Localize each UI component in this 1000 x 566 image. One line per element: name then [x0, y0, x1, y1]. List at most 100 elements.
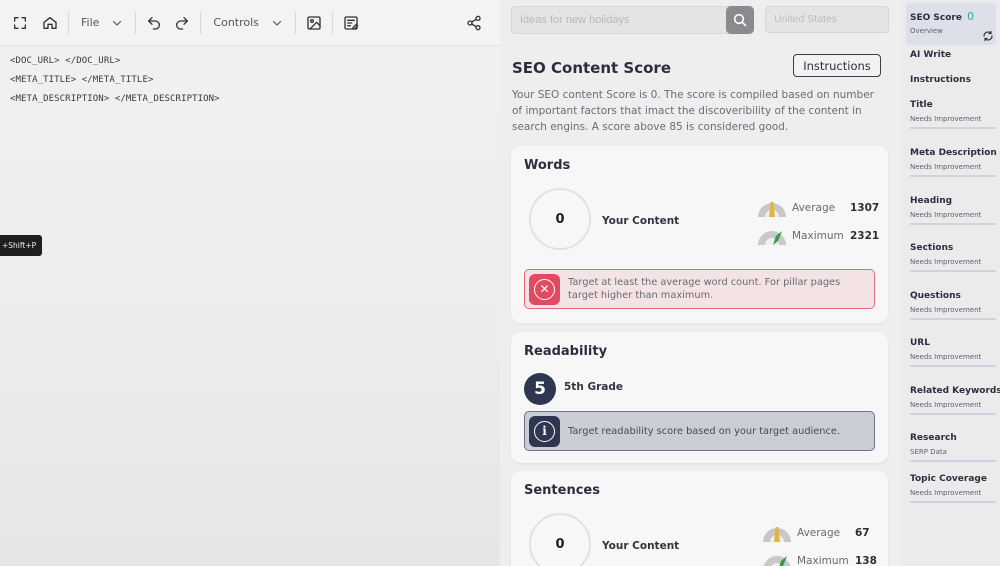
toolbar-divider: [68, 11, 69, 34]
sidebar-item-label: AI Write: [910, 50, 952, 60]
home-button[interactable]: [38, 8, 62, 38]
sidebar-divider: [910, 223, 996, 225]
chevron-down-icon: [113, 20, 122, 26]
sidebar-item-url[interactable]: URL Needs Improvement: [906, 338, 996, 367]
sidebar-divider: [910, 270, 996, 272]
file-menu[interactable]: File: [75, 8, 129, 38]
fullscreen-icon: [14, 16, 26, 29]
sidebar-seo-score-title: SEO Score 0: [910, 10, 992, 23]
sidebar-item-related-keywords[interactable]: Related Keywords Needs Improvement: [906, 386, 1000, 415]
words-maximum-value: 2321: [850, 230, 880, 242]
toolbar-divider: [200, 11, 202, 34]
readability-title: Readability: [524, 344, 608, 359]
insert-image-button[interactable]: [302, 8, 326, 38]
fullscreen-button[interactable]: [8, 8, 32, 38]
document-edit-icon: [344, 15, 359, 30]
words-title: Words: [524, 158, 571, 173]
gauge-maximum-icon: [758, 231, 786, 245]
sentences-score-value: 0: [555, 536, 565, 552]
words-maximum-row: Maximum 2321: [756, 225, 879, 247]
sidebar-item-label: Topic Coverage: [910, 474, 987, 484]
instructions-button[interactable]: Instructions: [793, 54, 881, 77]
sidebar-item-status: Needs Improvement: [910, 211, 982, 219]
gauge-maximum-icon: [763, 556, 791, 566]
seo-content-panel: SEO Content Score Instructions Your SEO …: [511, 50, 889, 566]
words-average-row: Average 1307: [756, 197, 879, 219]
words-alert-text: Target at least the average word count. …: [568, 277, 841, 301]
sidebar-item-seo-score[interactable]: SEO Score 0 Overview: [906, 3, 996, 45]
sidebar-item-ai-write[interactable]: AI Write: [906, 50, 996, 60]
meta-title-tag: <META_TITLE> </META_TITLE>: [10, 75, 154, 85]
sidebar-divider: [910, 365, 996, 367]
sentences-average-value: 67: [855, 527, 870, 539]
grade-label: 5th Grade: [564, 381, 623, 393]
gauge-average-icon: [763, 527, 791, 542]
share-button[interactable]: [462, 8, 486, 38]
undo-button[interactable]: [142, 8, 166, 38]
error-icon: ✕: [529, 273, 560, 305]
meta-description-tag: <META_DESCRIPTION> </META_DESCRIPTION>: [10, 94, 220, 104]
sidebar-divider: [910, 501, 996, 503]
sidebar-item-questions[interactable]: Questions Needs Improvement: [906, 291, 996, 320]
editor-content[interactable]: <DOC_URL> </DOC_URL> <META_TITLE> </META…: [10, 52, 490, 109]
words-maximum-label: Maximum: [792, 230, 844, 242]
sidebar-item-status: Needs Improvement: [910, 489, 982, 497]
keyword-search-input[interactable]: [512, 7, 726, 33]
sidebar-item-title[interactable]: Title Needs Improvement: [906, 100, 996, 129]
controls-menu[interactable]: Controls: [207, 8, 289, 38]
seo-score-sub: Overview: [910, 27, 943, 35]
toolbar-divider: [294, 11, 296, 34]
template-button[interactable]: [339, 8, 363, 38]
seo-score-value: 0: [967, 10, 975, 23]
sidebar-item-status: Needs Improvement: [910, 258, 982, 266]
panel-description: Your SEO content Score is 0. The score i…: [512, 89, 874, 133]
seo-sidebar: SEO Score 0 Overview AI Write Instructio…: [902, 0, 1000, 566]
sidebar-item-label: Heading: [910, 196, 953, 206]
search-icon: [733, 13, 747, 27]
sidebar-item-sections[interactable]: Sections Needs Improvement: [906, 243, 996, 272]
sidebar-item-label: Sections: [910, 243, 954, 253]
share-icon: [467, 15, 481, 30]
words-score-circle: 0: [529, 188, 591, 250]
seo-score-label: SEO Score: [910, 13, 962, 23]
readability-alert-text: Target readability score based on your t…: [568, 425, 841, 437]
redo-button[interactable]: [170, 8, 194, 38]
sidebar-item-status: SERP Data: [910, 448, 947, 456]
sidebar-item-heading[interactable]: Heading Needs Improvement: [906, 196, 996, 225]
sidebar-divider: [910, 175, 996, 177]
sentences-card: Sentences 0 Your Content Average 67 Maxi…: [511, 471, 888, 566]
sidebar-item-meta-description[interactable]: Meta Description Needs Improvement: [906, 148, 997, 177]
info-icon: i: [529, 415, 560, 447]
editor-toolbar: File Controls: [0, 0, 500, 46]
sidebar-item-research[interactable]: Research SERP Data: [906, 433, 996, 462]
words-score-value: 0: [555, 211, 565, 227]
refresh-button[interactable]: [982, 27, 994, 42]
editor-pane[interactable]: File Controls <DOC_URL> </DOC_URL> <META: [0, 0, 500, 566]
search-button[interactable]: [726, 6, 754, 34]
sidebar-item-label: URL: [910, 338, 930, 348]
image-icon: [307, 15, 321, 30]
sentences-maximum-row: Maximum 138: [761, 550, 877, 566]
sentences-average-row: Average 67: [761, 522, 870, 544]
words-average-value: 1307: [850, 202, 880, 214]
sidebar-item-status: Needs Improvement: [910, 353, 982, 361]
sidebar-item-label: Instructions: [910, 75, 971, 85]
sentences-your-content-label: Your Content: [602, 540, 680, 552]
keyword-search: [511, 6, 754, 34]
grade-badge: 5: [524, 373, 556, 405]
chevron-down-icon: [272, 20, 282, 26]
readability-alert: i Target readability score based on your…: [524, 411, 875, 451]
file-menu-label: File: [81, 16, 100, 29]
words-average-label: Average: [792, 202, 836, 214]
redo-icon: [176, 16, 189, 30]
toolbar-divider: [135, 11, 137, 34]
home-icon: [43, 16, 57, 29]
sidebar-item-status: Needs Improvement: [910, 163, 982, 171]
toolbar-divider: [331, 11, 333, 34]
words-card: Words 0 Your Content Average 1307 Maximu…: [511, 146, 888, 323]
country-select[interactable]: United States: [765, 6, 889, 33]
sidebar-item-topic-coverage[interactable]: Topic Coverage Needs Improvement: [906, 474, 996, 503]
sidebar-item-label: Title: [910, 100, 933, 110]
sidebar-item-instructions[interactable]: Instructions: [906, 75, 996, 85]
shortcut-tooltip: +Shift+P: [0, 235, 43, 256]
